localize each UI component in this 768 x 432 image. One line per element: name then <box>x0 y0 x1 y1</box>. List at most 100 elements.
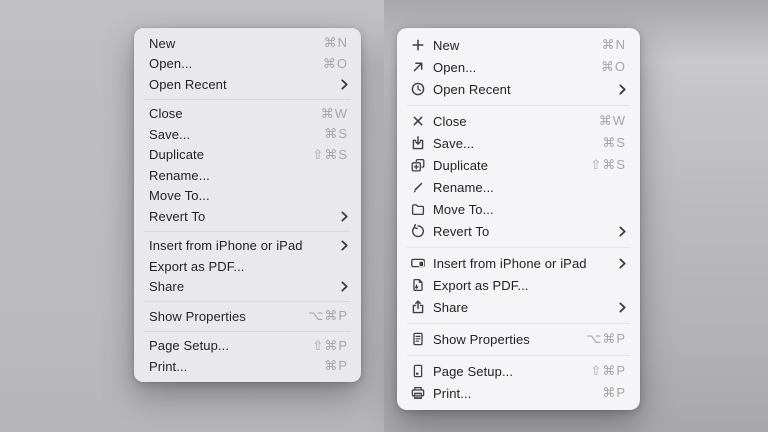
menu-item-show-properties[interactable]: Show Properties⌥⌘P <box>397 328 640 350</box>
menu-separator <box>144 99 351 100</box>
menu-separator <box>144 331 351 332</box>
keyboard-shortcut: ⌥⌘P <box>308 308 348 324</box>
pencil-icon <box>410 179 426 195</box>
submenu-chevron-icon <box>341 281 348 292</box>
file-menu-with-icons: New⌘NOpen...⌘OOpen RecentClose⌘WSave...⌘… <box>397 28 640 410</box>
menu-item-label: Close <box>433 114 599 129</box>
submenu-chevron-icon <box>619 258 626 269</box>
menu-item-label: Open Recent <box>149 77 333 92</box>
menu-item-close[interactable]: Close⌘W <box>397 110 640 132</box>
menu-item-print[interactable]: Print...⌘P <box>134 356 361 377</box>
menu-separator <box>407 105 630 106</box>
keyboard-shortcut: ⌘O <box>601 59 626 75</box>
folder-icon <box>410 201 426 217</box>
save-arrow-down-box-icon <box>410 135 426 151</box>
page-icon <box>410 363 426 379</box>
keyboard-shortcut: ⌘W <box>599 113 626 129</box>
keyboard-shortcut: ⌘S <box>324 126 348 142</box>
menu-item-label: Share <box>433 300 611 315</box>
menu-item-revert-to[interactable]: Revert To <box>397 220 640 242</box>
menu-item-export-as-pdf[interactable]: Export as PDF... <box>397 274 640 296</box>
menu-item-page-setup[interactable]: Page Setup...⇧⌘P <box>397 360 640 382</box>
menu-item-label: Export as PDF... <box>433 278 626 293</box>
menu-item-label: Print... <box>433 386 602 401</box>
submenu-chevron-icon <box>341 211 348 222</box>
menu-item-share[interactable]: Share <box>397 296 640 318</box>
file-menu-without-icons: New⌘NOpen...⌘OOpen RecentClose⌘WSave...⌘… <box>134 28 361 382</box>
menu-separator <box>407 355 630 356</box>
keyboard-shortcut: ⌘N <box>324 35 348 51</box>
menu-item-label: Show Properties <box>433 332 586 347</box>
menu-item-new[interactable]: New⌘N <box>134 33 361 54</box>
document-text-icon <box>410 331 426 347</box>
menu-item-label: Export as PDF... <box>149 259 348 274</box>
menu-item-revert-to[interactable]: Revert To <box>134 206 361 227</box>
clock-icon <box>410 81 426 97</box>
menu-item-label: Save... <box>433 136 602 151</box>
menu-item-label: Open... <box>433 60 601 75</box>
menu-separator <box>407 323 630 324</box>
menu-item-insert-from-iphone-or-ipad[interactable]: Insert from iPhone or iPad <box>397 252 640 274</box>
menu-item-label: Revert To <box>149 209 333 224</box>
menu-item-show-properties[interactable]: Show Properties⌥⌘P <box>134 306 361 327</box>
keyboard-shortcut: ⇧⌘P <box>590 363 626 379</box>
submenu-chevron-icon <box>341 79 348 90</box>
submenu-chevron-icon <box>619 226 626 237</box>
menu-item-move-to[interactable]: Move To... <box>397 198 640 220</box>
keyboard-shortcut: ⌘O <box>323 56 348 72</box>
menu-item-label: Move To... <box>149 188 348 203</box>
menu-item-label: New <box>149 36 324 51</box>
menu-item-label: Save... <box>149 127 324 142</box>
menu-separator <box>144 301 351 302</box>
menu-item-label: Close <box>149 106 321 121</box>
menu-item-new[interactable]: New⌘N <box>397 34 640 56</box>
menu-item-label: Insert from iPhone or iPad <box>149 238 333 253</box>
menu-item-label: Page Setup... <box>433 364 590 379</box>
menu-item-rename[interactable]: Rename... <box>397 176 640 198</box>
menu-item-close[interactable]: Close⌘W <box>134 104 361 125</box>
submenu-chevron-icon <box>341 240 348 251</box>
menu-item-label: Show Properties <box>149 309 308 324</box>
menu-item-label: Print... <box>149 359 324 374</box>
menu-item-label: Insert from iPhone or iPad <box>433 256 611 271</box>
menu-item-label: Open... <box>149 56 323 71</box>
keyboard-shortcut: ⌘S <box>602 135 626 151</box>
keyboard-shortcut: ⇧⌘P <box>312 338 348 354</box>
keyboard-shortcut: ⌘W <box>321 106 348 122</box>
keyboard-shortcut: ⌥⌘P <box>586 331 626 347</box>
menu-item-label: Move To... <box>433 202 626 217</box>
menu-item-open[interactable]: Open...⌘O <box>397 56 640 78</box>
submenu-chevron-icon <box>619 302 626 313</box>
menu-item-label: Rename... <box>149 168 348 183</box>
menu-item-label: Duplicate <box>149 147 312 162</box>
menu-item-label: Revert To <box>433 224 611 239</box>
menu-item-label: New <box>433 38 602 53</box>
keyboard-shortcut: ⌘P <box>602 385 626 401</box>
menu-item-rename[interactable]: Rename... <box>134 165 361 186</box>
close-x-icon <box>410 113 426 129</box>
keyboard-shortcut: ⇧⌘S <box>312 147 348 163</box>
menu-item-export-as-pdf[interactable]: Export as PDF... <box>134 256 361 277</box>
menu-item-label: Page Setup... <box>149 338 312 353</box>
menu-item-share[interactable]: Share <box>134 277 361 298</box>
menu-item-label: Open Recent <box>433 82 611 97</box>
keyboard-shortcut: ⌘N <box>602 37 626 53</box>
menu-item-open-recent[interactable]: Open Recent <box>134 74 361 95</box>
menu-item-open-recent[interactable]: Open Recent <box>397 78 640 100</box>
menu-item-label: Rename... <box>433 180 626 195</box>
menu-item-save[interactable]: Save...⌘S <box>134 124 361 145</box>
iphone-ipad-icon <box>410 255 426 271</box>
menu-item-duplicate[interactable]: Duplicate⇧⌘S <box>397 154 640 176</box>
share-arrow-up-box-icon <box>410 299 426 315</box>
menu-item-insert-from-iphone-or-ipad[interactable]: Insert from iPhone or iPad <box>134 236 361 257</box>
menu-item-page-setup[interactable]: Page Setup...⇧⌘P <box>134 336 361 357</box>
document-export-icon <box>410 277 426 293</box>
arrow-up-right-icon <box>410 59 426 75</box>
menu-item-duplicate[interactable]: Duplicate⇧⌘S <box>134 145 361 166</box>
plus-icon <box>410 37 426 53</box>
menu-item-label: Share <box>149 279 333 294</box>
menu-item-save[interactable]: Save...⌘S <box>397 132 640 154</box>
menu-item-move-to[interactable]: Move To... <box>134 186 361 207</box>
menu-item-open[interactable]: Open...⌘O <box>134 54 361 75</box>
menu-item-print[interactable]: Print...⌘P <box>397 382 640 404</box>
